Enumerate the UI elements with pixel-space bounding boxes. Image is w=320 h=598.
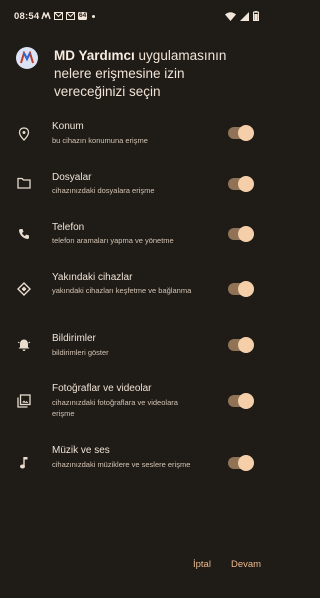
status-left-icons: 64 xyxy=(41,10,96,22)
mail-icon xyxy=(66,12,75,20)
cancel-button[interactable]: İptal xyxy=(193,559,211,570)
permission-title: Dosyalar xyxy=(52,172,92,183)
phone-icon xyxy=(16,226,32,242)
permission-description: bu cihazın konumuna erişme xyxy=(52,136,148,145)
permission-description: telefon aramaları yapma ve yönetme xyxy=(52,236,174,245)
permission-description: cihazınızdaki müziklere ve seslere erişm… xyxy=(52,460,191,469)
wifi-icon xyxy=(225,11,236,21)
status-bar: 08:54 64 xyxy=(0,0,269,34)
music-note-icon xyxy=(16,455,32,471)
app-name: MD Yardımcı xyxy=(54,48,135,63)
permission-title: Konum xyxy=(52,121,84,132)
toggle-dosyalar[interactable] xyxy=(238,176,254,192)
app-icon xyxy=(16,47,38,69)
nearby-devices-icon xyxy=(16,281,32,297)
status-time: 08:54 xyxy=(14,11,40,22)
toggle-bildirimler[interactable] xyxy=(238,337,254,353)
page-title: MD Yardımcı uygulamasının nelere erişmes… xyxy=(54,47,259,101)
permission-title: Yakındaki cihazlar xyxy=(52,272,133,283)
permission-description: yakındaki cihazları keşfetme ve bağlanma xyxy=(52,286,192,295)
permission-description: bildirimleri göster xyxy=(52,348,109,357)
toggle-muzik-ve-ses[interactable] xyxy=(238,455,254,471)
permission-title: Telefon xyxy=(52,222,85,233)
more-notifications-dot xyxy=(92,14,96,18)
permission-title: Bildirimler xyxy=(52,333,96,344)
signal-icon xyxy=(240,11,249,21)
continue-button[interactable]: Devam xyxy=(231,559,261,570)
folder-icon xyxy=(16,175,32,191)
photos-icon xyxy=(16,393,32,409)
toggle-fotograflar-ve-videolar[interactable] xyxy=(238,393,254,409)
badge-icon: 64 xyxy=(78,12,88,20)
mail-icon xyxy=(54,12,63,20)
toggle-yakindaki-cihazlar[interactable] xyxy=(238,281,254,297)
permission-title: Fotoğraflar ve videolar xyxy=(52,383,152,394)
permission-description: cihazınızdaki dosyalara erişme xyxy=(52,186,155,195)
location-pin-icon xyxy=(16,126,32,142)
toggle-konum[interactable] xyxy=(238,125,254,141)
permission-title: Müzik ve ses xyxy=(52,445,110,456)
toggle-telefon[interactable] xyxy=(238,226,254,242)
m-notification-icon xyxy=(41,12,51,20)
permission-description: cihazınızdaki fotoğraflara ve videolara … xyxy=(52,398,178,418)
battery-icon xyxy=(253,11,259,21)
status-right-icons xyxy=(225,10,259,22)
bell-icon xyxy=(16,337,32,353)
